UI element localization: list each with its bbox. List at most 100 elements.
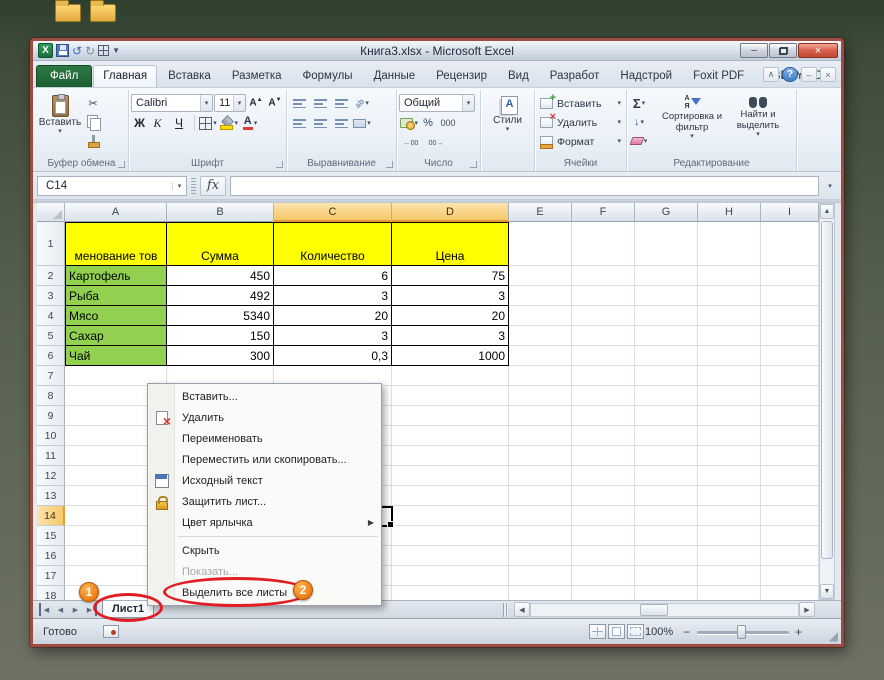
cell-E2[interactable]: [509, 266, 572, 286]
cell-D15[interactable]: [392, 526, 509, 546]
cell-F5[interactable]: [572, 326, 635, 346]
cell-F9[interactable]: [572, 406, 635, 426]
borders-button[interactable]: ▾: [198, 114, 218, 132]
cell-I16[interactable]: [761, 546, 819, 566]
autosum-button[interactable]: Σ ▾: [629, 94, 649, 112]
copy-button[interactable]: [83, 113, 103, 131]
cell-H3[interactable]: [698, 286, 761, 306]
cell-E6[interactable]: [509, 346, 572, 366]
cell-I8[interactable]: [761, 386, 819, 406]
menu-item-insert[interactable]: Вставить...: [148, 386, 381, 407]
tab-review[interactable]: Рецензир: [426, 65, 497, 87]
font-color-button[interactable]: А ▾: [240, 114, 260, 132]
tab-home[interactable]: Главная: [93, 65, 158, 87]
cell-B3[interactable]: 492: [167, 286, 274, 306]
cell-G13[interactable]: [635, 486, 698, 506]
row-header-11[interactable]: 11: [37, 446, 65, 466]
cell-I15[interactable]: [761, 526, 819, 546]
cell-H11[interactable]: [698, 446, 761, 466]
cell-F15[interactable]: [572, 526, 635, 546]
column-header-H[interactable]: H: [698, 203, 761, 222]
page-layout-view-button[interactable]: [608, 624, 625, 639]
cell-F16[interactable]: [572, 546, 635, 566]
menu-item-protect-sheet[interactable]: Защитить лист...: [148, 491, 381, 512]
cell-D1[interactable]: Цена: [392, 222, 509, 266]
cell-H9[interactable]: [698, 406, 761, 426]
cell-E7[interactable]: [509, 366, 572, 386]
format-cells-button[interactable]: Формат ▾: [537, 132, 624, 151]
dialog-launcher-icon[interactable]: [386, 161, 393, 168]
cell-F8[interactable]: [572, 386, 635, 406]
cell-H18[interactable]: [698, 586, 761, 600]
cell-E11[interactable]: [509, 446, 572, 466]
cell-E5[interactable]: [509, 326, 572, 346]
formula-input[interactable]: [230, 175, 819, 196]
cell-A2[interactable]: Картофель: [65, 266, 167, 286]
zoom-in-icon[interactable]: +: [795, 625, 802, 639]
cell-G6[interactable]: [635, 346, 698, 366]
cell-D3[interactable]: 3: [392, 286, 509, 306]
insert-function-button[interactable]: fx: [200, 175, 226, 196]
cell-E18[interactable]: [509, 586, 572, 600]
row-header-14[interactable]: 14: [37, 506, 65, 526]
cell-F7[interactable]: [572, 366, 635, 386]
cell-B6[interactable]: 300: [167, 346, 274, 366]
help-icon[interactable]: ?: [782, 67, 798, 82]
qat-customize-icon[interactable]: ▼: [112, 46, 120, 55]
cell-D18[interactable]: [392, 586, 509, 600]
clear-button[interactable]: ▾: [629, 132, 649, 150]
cell-G16[interactable]: [635, 546, 698, 566]
cell-H8[interactable]: [698, 386, 761, 406]
formula-bar-expand-icon[interactable]: ▾: [823, 176, 837, 196]
italic-button[interactable]: К: [149, 115, 166, 132]
cell-H12[interactable]: [698, 466, 761, 486]
cell-G8[interactable]: [635, 386, 698, 406]
cell-F11[interactable]: [572, 446, 635, 466]
menu-item-hide[interactable]: Скрыть: [148, 540, 381, 561]
align-bottom-button[interactable]: [331, 94, 351, 112]
first-sheet-icon[interactable]: ◀: [39, 603, 52, 616]
cell-I3[interactable]: [761, 286, 819, 306]
hscroll-left-icon[interactable]: ◀: [514, 602, 530, 617]
row-header-7[interactable]: 7: [37, 366, 65, 386]
cell-E1[interactable]: [509, 222, 572, 266]
column-header-A[interactable]: A: [65, 203, 167, 222]
name-box-dropdown-icon[interactable]: ▾: [172, 181, 186, 190]
row-header-17[interactable]: 17: [37, 566, 65, 586]
cell-E17[interactable]: [509, 566, 572, 586]
dialog-launcher-icon[interactable]: [118, 161, 125, 168]
cell-F18[interactable]: [572, 586, 635, 600]
column-header-G[interactable]: G: [635, 203, 698, 222]
fill-color-button[interactable]: ▾: [219, 114, 239, 132]
menu-item-rename[interactable]: Переименовать: [148, 428, 381, 449]
column-header-D[interactable]: D: [392, 203, 509, 222]
cell-G1[interactable]: [635, 222, 698, 266]
tab-area-splitter[interactable]: [503, 603, 508, 617]
cell-A6[interactable]: Чай: [65, 346, 167, 366]
cell-E12[interactable]: [509, 466, 572, 486]
menu-item-delete[interactable]: Удалить: [148, 407, 381, 429]
cell-E3[interactable]: [509, 286, 572, 306]
cell-D17[interactable]: [392, 566, 509, 586]
tab-formulas[interactable]: Формулы: [293, 65, 363, 87]
cell-I5[interactable]: [761, 326, 819, 346]
cell-A3[interactable]: Рыба: [65, 286, 167, 306]
cell-I11[interactable]: [761, 446, 819, 466]
tab-data[interactable]: Данные: [364, 65, 426, 87]
zoom-level-label[interactable]: 100%: [645, 626, 673, 638]
bold-button[interactable]: Ж: [131, 115, 148, 132]
cell-H7[interactable]: [698, 366, 761, 386]
cell-H6[interactable]: [698, 346, 761, 366]
save-icon[interactable]: [56, 44, 69, 57]
workbook-minimize-icon[interactable]: –: [801, 67, 817, 82]
row-header-12[interactable]: 12: [37, 466, 65, 486]
cell-E13[interactable]: [509, 486, 572, 506]
redo-icon[interactable]: ↻: [85, 44, 95, 58]
cell-G9[interactable]: [635, 406, 698, 426]
row-header-3[interactable]: 3: [37, 286, 65, 306]
delete-cells-button[interactable]: Удалить▾: [537, 111, 624, 132]
scroll-up-icon[interactable]: ▲: [820, 204, 834, 219]
cell-H10[interactable]: [698, 426, 761, 446]
page-break-view-button[interactable]: [627, 624, 644, 639]
excel-app-icon[interactable]: X: [38, 43, 53, 58]
